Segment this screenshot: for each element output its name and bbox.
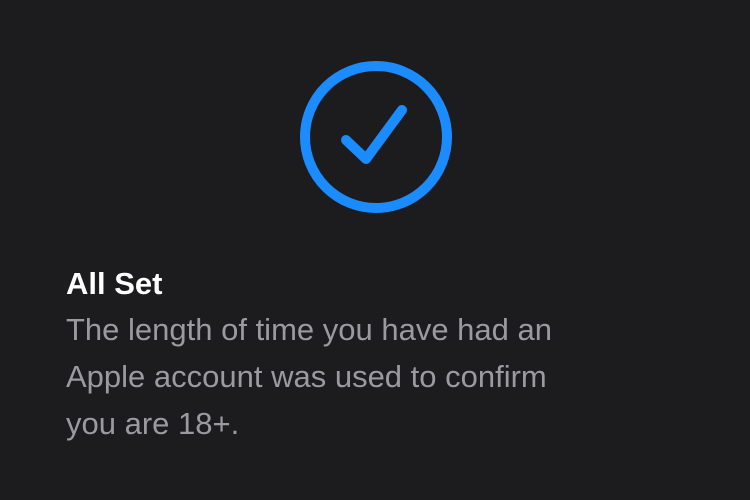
message-line: The length of time you have had an bbox=[66, 312, 552, 347]
checkmark-circle-icon bbox=[299, 60, 453, 214]
confirmation-title: All Set bbox=[66, 266, 163, 301]
confirmation-text: All Set The length of time you have had … bbox=[66, 262, 666, 447]
confirmation-message: The length of time you have had an Apple… bbox=[66, 306, 666, 447]
message-line: you are 18+. bbox=[66, 406, 240, 441]
message-line: Apple account was used to confirm bbox=[66, 359, 547, 394]
age-verification-confirmation: All Set The length of time you have had … bbox=[0, 0, 750, 500]
